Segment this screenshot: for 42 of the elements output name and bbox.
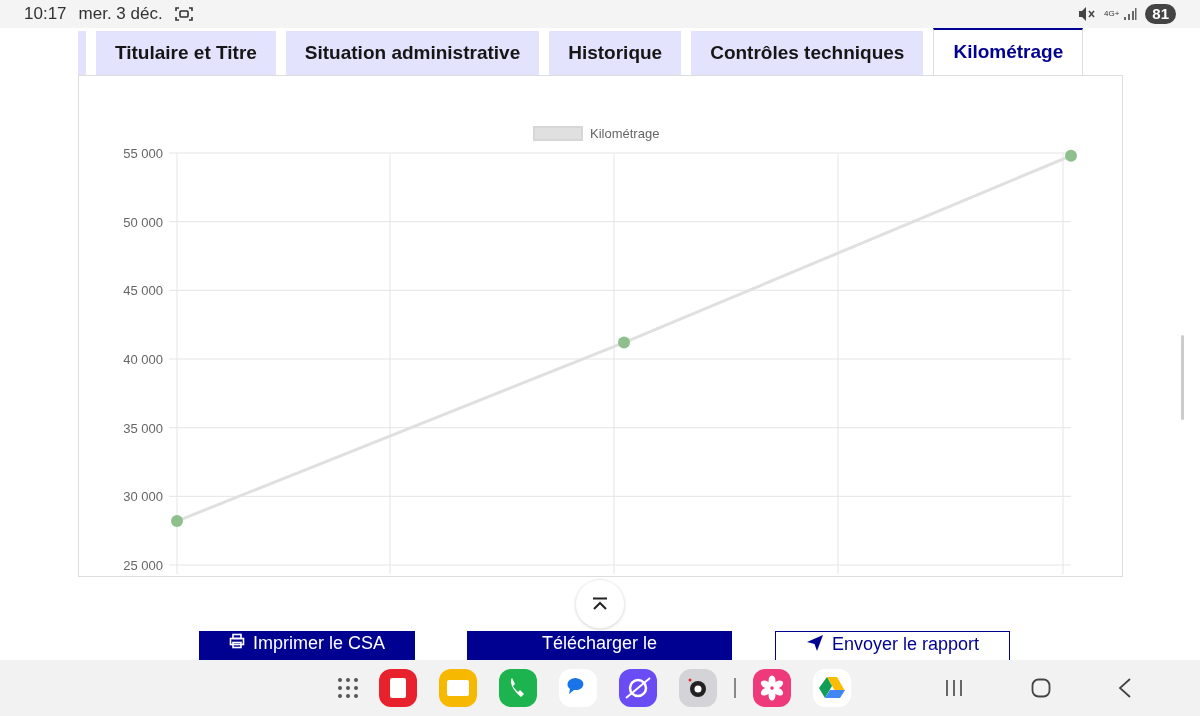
home-icon[interactable] [1031,678,1051,698]
action-button[interactable]: Imprimer le CSA [199,631,415,660]
back-to-top-button[interactable] [575,579,625,629]
printer-icon [229,633,245,649]
tab-edge [78,31,86,75]
camera-icon[interactable] [678,668,718,708]
status-time: 10:17 [24,3,67,26]
send-icon [805,634,824,652]
data-point [618,336,630,349]
action-button[interactable]: Envoyer le rapport [775,631,1010,660]
screenshot-icon [174,6,193,22]
tab[interactable]: Titulaire et Titre [96,31,276,75]
scrollbar-thumb[interactable] [1181,335,1184,420]
flower-icon[interactable] [752,668,792,708]
axis-tick-label: 45 000 [123,283,163,299]
tab[interactable]: Contrôles techniques [691,31,924,75]
planet-icon[interactable] [618,668,658,708]
axis-tick-label: 30 000 [123,489,163,505]
legend-label: Kilométrage [590,126,660,141]
battery-indicator: 81 [1145,4,1176,24]
data-point [1065,149,1077,162]
data-point [171,515,183,528]
axis-tick-label: 50 000 [123,214,163,230]
network-label: 4G+ [1103,10,1120,18]
back-icon[interactable] [1118,677,1132,699]
axis-tick-label: 25 000 [123,558,163,573]
tab[interactable]: Historique [549,31,682,75]
phone-icon[interactable] [498,668,538,708]
action-button[interactable]: Télécharger le [467,631,732,660]
recent-apps-icon[interactable] [944,679,964,697]
tab[interactable]: Situation administrative [285,31,540,75]
arrow-up-to-line-icon [591,597,609,611]
axis-tick-label: 55 000 [123,146,163,161]
mute-icon [1077,6,1096,22]
signal-icon [1123,7,1138,21]
note-icon[interactable] [378,668,418,708]
axis-tick-label: 35 000 [123,420,163,436]
tab[interactable]: Kilométrage [933,28,1084,75]
axis-tick-label: 40 000 [123,352,163,367]
app-grid-icon[interactable] [336,676,360,700]
chat-bubble-icon[interactable] [558,668,598,708]
status-date: mer. 3 déc. [78,3,163,26]
